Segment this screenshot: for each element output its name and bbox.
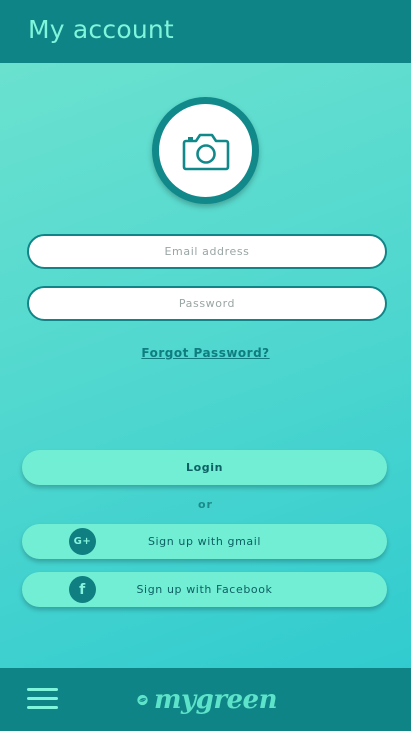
email-field[interactable] [27,234,387,269]
google-plus-icon: G+ [69,528,96,555]
signup-gmail-label: Sign up with gmail [147,535,262,548]
facebook-icon: f [69,576,96,603]
camera-icon [182,133,229,170]
app-header: My account [0,0,411,63]
logo-wordmark: mygreen [154,685,277,715]
password-field[interactable] [27,286,387,321]
app-logo: mygreen [137,682,277,718]
avatar-upload-button[interactable] [152,97,259,204]
page-title: My account [28,15,174,44]
signup-facebook-button[interactable]: f Sign up with Facebook [22,572,387,607]
hamburger-menu-icon[interactable] [27,688,58,710]
login-button[interactable]: Login [22,450,387,485]
or-separator: or [198,498,213,511]
leaf-icon [137,694,148,706]
avatar-placeholder [159,104,252,197]
google-plus-icon-text: G+ [73,536,92,547]
facebook-icon-text: f [79,581,86,598]
login-button-label: Login [185,461,224,474]
bottom-bar: mygreen [0,668,411,731]
signup-facebook-label: Sign up with Facebook [136,583,273,596]
forgot-password-link[interactable]: Forgot Password? [0,346,411,360]
signup-gmail-button[interactable]: G+ Sign up with gmail [22,524,387,559]
